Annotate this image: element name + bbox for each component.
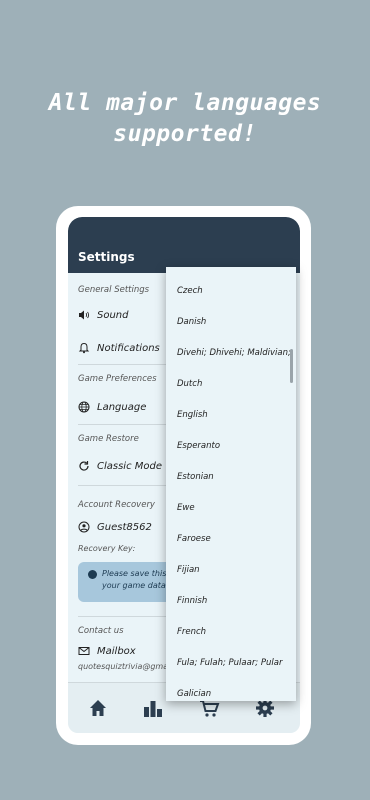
guest-row: Guest8562 [78,521,152,533]
section-contact-us: Contact us [78,626,124,636]
divider [78,364,170,365]
divider [78,424,170,425]
divider [78,616,170,617]
language-options-list: Czech Danish Divehi; Dhivehi; Maldivian; Du… [166,267,296,701]
home-icon[interactable] [87,697,109,719]
language-option[interactable]: Fijian [166,554,296,585]
mail-icon [78,647,90,655]
notifications-row[interactable]: Notifications [78,342,160,354]
headline-line-1: All major languages [48,90,322,116]
save-notice: Please save this your game data [78,562,178,602]
language-option[interactable]: Danish [166,306,296,337]
section-account-recovery: Account Recovery [78,500,155,510]
language-option[interactable]: French [166,616,296,647]
language-option[interactable]: Czech [166,275,296,306]
language-option[interactable]: Dutch [166,368,296,399]
recovery-key-label: Recovery Key: [78,544,136,553]
scrollbar[interactable] [290,349,293,383]
language-option[interactable]: Estonian [166,461,296,492]
section-general-settings: General Settings [78,285,150,295]
page-title: Settings [78,250,135,264]
bell-icon [78,342,90,354]
info-icon [88,570,97,579]
section-game-preferences: Game Preferences [78,374,157,384]
sound-label: Sound [97,309,129,321]
language-option[interactable]: Divehi; Dhivehi; Maldivian; [166,337,296,368]
language-option[interactable]: Faroese [166,523,296,554]
language-label: Language [97,401,147,413]
contact-email[interactable]: quotesquiztrivia@gmai [78,662,170,671]
language-option[interactable]: Ewe [166,492,296,523]
language-option[interactable]: Fula; Fulah; Pulaar; Pular [166,647,296,678]
language-option[interactable]: English [166,399,296,430]
language-dropdown[interactable]: Czech Danish Divehi; Dhivehi; Maldivian; Du… [166,267,296,701]
mailbox-label: Mailbox [97,645,136,657]
sound-row[interactable]: Sound [78,309,129,321]
language-option[interactable]: Finnish [166,585,296,616]
language-option[interactable]: Esperanto [166,430,296,461]
notice-text: Please save this your game data [102,569,167,590]
refresh-icon [79,461,89,471]
leaderboard-icon[interactable] [142,697,164,719]
globe-icon [78,401,90,413]
mailbox-row[interactable]: Mailbox [78,645,136,657]
headline-line-2: supported! [113,121,257,147]
section-game-restore: Game Restore [78,434,139,444]
classic-mode-row[interactable]: Classic Mode [78,460,162,472]
speaker-icon [79,310,89,320]
guest-name: Guest8562 [97,521,152,533]
divider [78,485,170,486]
classic-mode-label: Classic Mode [97,460,163,472]
language-row[interactable]: Language [78,401,146,413]
language-option[interactable]: Galician [166,678,296,701]
account-icon [78,521,90,533]
notifications-label: Notifications [97,342,160,354]
promo-headline: All major languages supported! [0,88,370,150]
app-bar [68,217,300,273]
